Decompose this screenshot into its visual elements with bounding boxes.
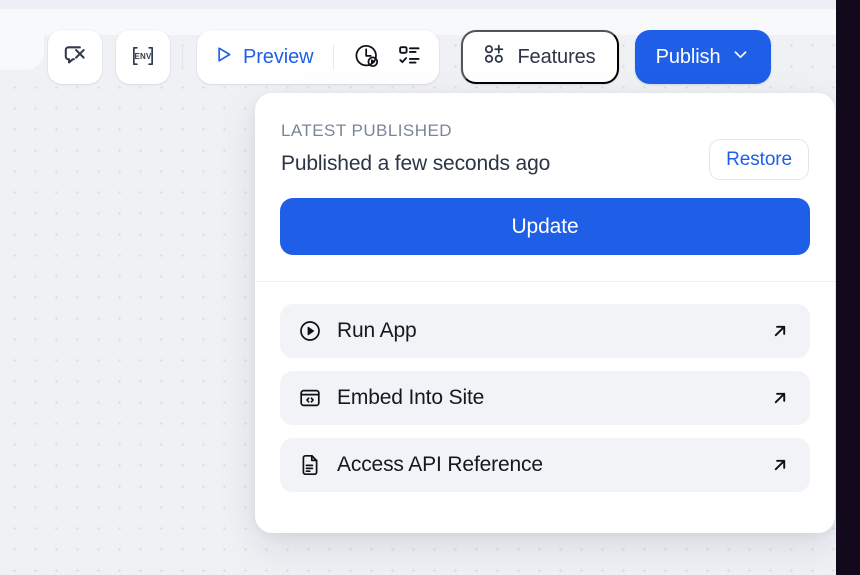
app-stage: ENV Preview Features Publish LATEST PUBL… (0, 0, 860, 575)
panel-header: LATEST PUBLISHED Published a few seconds… (255, 93, 835, 180)
env-button[interactable]: ENV (116, 30, 170, 84)
list-item-label: Embed Into Site (337, 386, 485, 409)
publish-dropdown-panel: LATEST PUBLISHED Published a few seconds… (255, 93, 835, 533)
list-item-label: Run App (337, 319, 417, 342)
add-circles-grid-icon (482, 42, 506, 72)
env-icon: ENV (129, 42, 157, 73)
publish-label: Publish (655, 45, 721, 68)
arrow-up-right-icon (769, 387, 791, 409)
document-lines-icon (297, 452, 323, 478)
window-top-band (0, 0, 836, 9)
published-status-text: Published a few seconds ago (281, 151, 551, 175)
list-item-embed-into-site[interactable]: Embed Into Site (280, 371, 810, 425)
panel-header-row: LATEST PUBLISHED Published a few seconds… (281, 120, 809, 180)
restore-button[interactable]: Restore (709, 139, 809, 180)
arrow-up-right-icon (769, 454, 791, 476)
history-button[interactable] (351, 42, 381, 72)
top-toolbar: ENV Preview Features Publish (48, 28, 772, 86)
play-circle-icon (297, 318, 323, 344)
editor-surface-notch (0, 30, 44, 70)
toolbar-separator (182, 44, 183, 70)
preview-button[interactable]: Preview (213, 44, 314, 71)
preview-group: Preview (197, 30, 440, 84)
panel-action-list: Run App Embed Into Site Access API Refer… (255, 282, 835, 492)
checklist-icon (397, 43, 422, 71)
chat-dismiss-icon (62, 43, 88, 72)
list-item-access-api-reference[interactable]: Access API Reference (280, 438, 810, 492)
features-label: Features (517, 45, 596, 68)
preview-label: Preview (243, 45, 314, 68)
preview-divider (333, 44, 335, 70)
embed-code-window-icon (297, 385, 323, 411)
chevron-down-icon (731, 45, 750, 70)
arrow-up-right-icon (769, 320, 791, 342)
panel-header-text: LATEST PUBLISHED Published a few seconds… (281, 120, 550, 177)
editor-right-rail (836, 0, 860, 575)
update-button[interactable]: Update (280, 198, 810, 255)
list-item-run-app[interactable]: Run App (280, 304, 810, 358)
chat-dismiss-button[interactable] (48, 30, 102, 84)
list-item-label: Access API Reference (337, 453, 543, 476)
latest-published-label: LATEST PUBLISHED (281, 121, 452, 140)
publish-button[interactable]: Publish (634, 30, 772, 84)
checklist-button[interactable] (394, 42, 424, 72)
svg-text:ENV: ENV (134, 52, 152, 61)
clock-play-history-icon (353, 42, 380, 72)
features-button[interactable]: Features (461, 30, 619, 84)
play-triangle-icon (213, 44, 234, 71)
